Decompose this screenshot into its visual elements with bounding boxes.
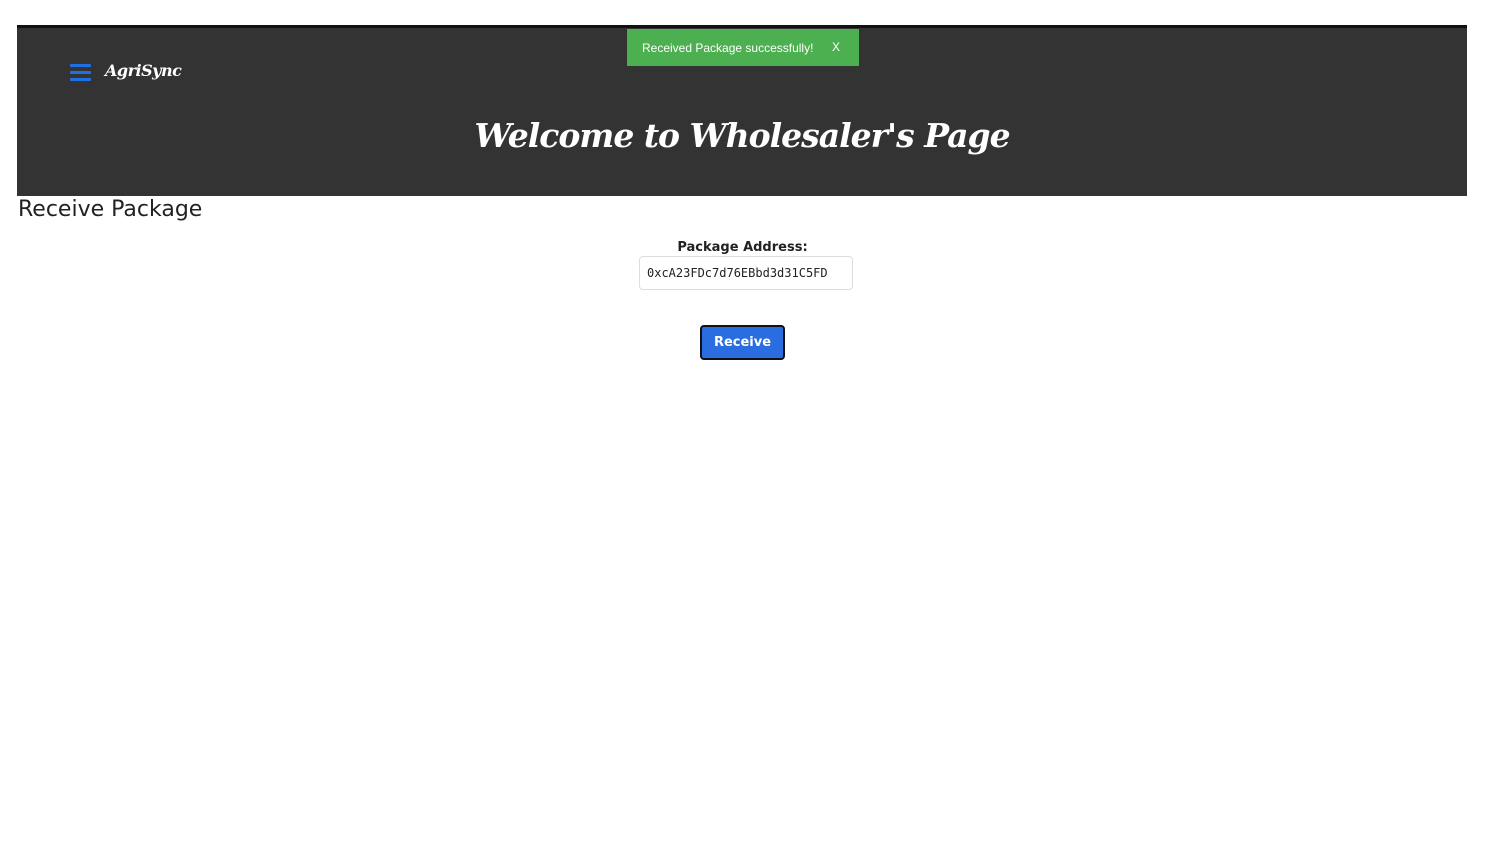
receive-button[interactable]: Receive <box>700 325 785 360</box>
package-address-input[interactable] <box>639 256 853 290</box>
success-toast: Received Package successfully! X <box>627 29 859 66</box>
package-address-label: Package Address: <box>677 240 808 255</box>
toast-close-button[interactable]: X <box>832 40 840 54</box>
hamburger-menu-icon[interactable] <box>70 64 91 82</box>
toast-message: Received Package successfully! <box>642 40 814 55</box>
brand-logo[interactable]: AgriSync <box>105 61 182 80</box>
page-title: Welcome to Wholesaler's Page <box>474 116 1010 155</box>
page: AgriSync Welcome to Wholesaler's Page Re… <box>0 0 1500 844</box>
section-title: Receive Package <box>18 197 203 222</box>
